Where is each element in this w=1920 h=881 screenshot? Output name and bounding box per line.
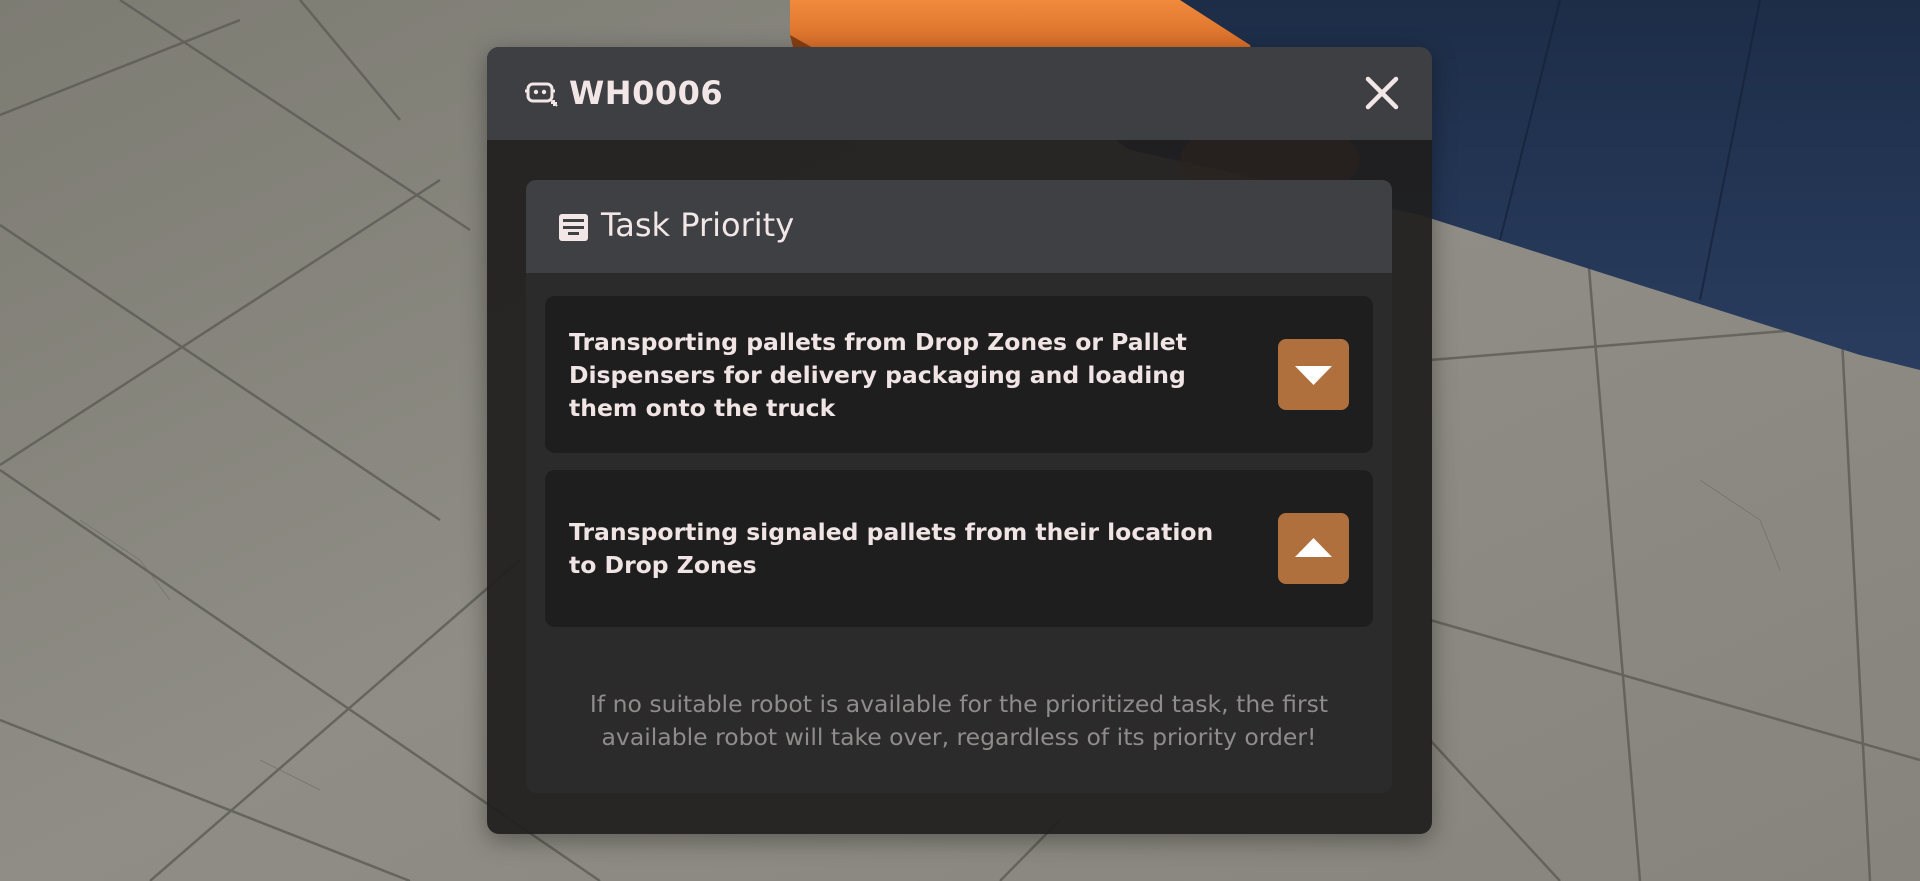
close-icon[interactable] bbox=[1362, 73, 1402, 113]
task-label: Transporting pallets from Drop Zones or … bbox=[569, 328, 1187, 422]
task-priority-panel: Task Priority Transporting pallets from … bbox=[526, 180, 1392, 793]
task-label: Transporting signaled pallets from their… bbox=[569, 518, 1214, 579]
list-icon bbox=[559, 214, 588, 241]
move-down-button[interactable] bbox=[1278, 339, 1349, 410]
task-row: Transporting signaled pallets from their… bbox=[545, 470, 1373, 627]
move-up-button[interactable] bbox=[1278, 513, 1349, 584]
task-row: Transporting pallets from Drop Zones or … bbox=[545, 296, 1373, 453]
dialog-header: WH0006 bbox=[487, 47, 1432, 140]
robot-dialog: WH0006 Task Priority Transporting pallet… bbox=[487, 47, 1432, 834]
robot-icon bbox=[525, 82, 558, 107]
priority-footnote: If no suitable robot is available for th… bbox=[589, 690, 1329, 751]
chevron-up-icon bbox=[1295, 538, 1332, 557]
panel-title: Task Priority bbox=[601, 206, 795, 244]
dialog-title: WH0006 bbox=[569, 74, 724, 112]
panel-header: Task Priority bbox=[526, 180, 1392, 273]
chevron-down-icon bbox=[1295, 366, 1332, 385]
